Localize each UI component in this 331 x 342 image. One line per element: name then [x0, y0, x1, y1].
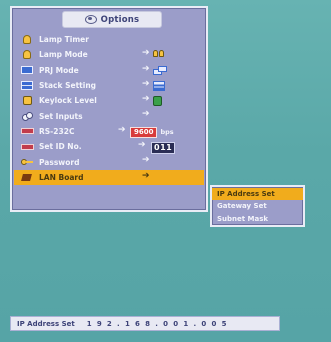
menu-item-lamp-mode[interactable]: Lamp Mode ➔ [14, 47, 204, 62]
menu-item-label: Password [39, 157, 80, 167]
prj-mode-icon [20, 65, 34, 75]
arrow-right-icon: ➔ [138, 140, 146, 151]
menu-item-stack-setting[interactable]: Stack Setting ➔ [14, 78, 204, 93]
lamps-icon [153, 50, 164, 58]
ip-address-value: 1 9 2 . 1 6 8 . 0 0 1 . 0 0 5 [86, 319, 228, 328]
menu-item-label: RS-232C [39, 126, 75, 136]
arrow-right-icon: ➔ [142, 170, 150, 181]
arrow-right-icon: ➔ [142, 94, 150, 105]
baud-rate-value: 9600 [130, 126, 158, 138]
menu-item-label: Set Inputs [39, 111, 83, 121]
projector-screen: Options Lamp Timer Lamp Mode ➔ PRJ Mode … [0, 0, 331, 342]
arrow-right-icon: ➔ [142, 109, 150, 120]
lan-board-icon [20, 172, 34, 182]
lan-board-submenu: IP Address Set Gateway Set Subnet Mask [210, 185, 305, 227]
keylock-value [153, 96, 162, 107]
rs232c-value: 9600 bps [130, 126, 174, 138]
menu-item-set-inputs[interactable]: Set Inputs ➔ [14, 108, 204, 123]
menu-item-lan-board[interactable]: LAN Board ➔ [14, 169, 204, 185]
options-icon [84, 15, 97, 24]
options-title: Options [62, 11, 162, 28]
baud-unit: bps [160, 128, 174, 137]
ip-address-status-bar: IP Address Set 1 9 2 . 1 6 8 . 0 0 1 . 0… [10, 316, 280, 331]
rs232c-icon [20, 126, 34, 136]
keylock-icon [20, 96, 34, 106]
arrow-right-icon: ➔ [118, 124, 126, 135]
lamp-timer-icon [20, 35, 34, 45]
stack-setting-value [153, 80, 165, 91]
menu-item-label: PRJ Mode [39, 65, 79, 75]
menu-item-label: LAN Board [39, 172, 84, 182]
screens-icon [153, 65, 167, 75]
menu-item-set-id[interactable]: Set ID No. ➔ 011 [14, 139, 204, 155]
set-id-value: 011 [148, 142, 176, 155]
menu-item-prj-mode[interactable]: PRJ Mode ➔ [14, 63, 204, 78]
set-id-icon [20, 142, 34, 152]
options-menu: Options Lamp Timer Lamp Mode ➔ PRJ Mode … [10, 6, 208, 212]
arrow-right-icon: ➔ [142, 63, 150, 74]
id-number-value: 011 [151, 142, 176, 155]
menu-item-label: Set ID No. [39, 142, 82, 152]
menu-item-label: Lamp Timer [39, 35, 89, 45]
menu-item-label: Keylock Level [39, 96, 97, 106]
stack-setting-icon [20, 81, 34, 91]
arrow-right-icon: ➔ [142, 48, 150, 59]
set-inputs-icon [20, 111, 34, 121]
submenu-item-subnet-mask[interactable]: Subnet Mask [212, 213, 303, 225]
lamp-mode-icon [20, 50, 34, 60]
options-title-text: Options [100, 14, 140, 25]
menu-item-label: Lamp Mode [39, 50, 88, 60]
menu-item-rs232c[interactable]: RS-232C ➔ 9600 bps [14, 124, 204, 139]
submenu-item-ip-address-set[interactable]: IP Address Set [212, 188, 303, 201]
menu-item-keylock-level[interactable]: Keylock Level ➔ [14, 93, 204, 108]
arrow-right-icon: ➔ [142, 78, 150, 89]
arrow-right-icon: ➔ [142, 155, 150, 166]
menu-item-lamp-timer[interactable]: Lamp Timer [14, 32, 204, 47]
menu-item-label: Stack Setting [39, 81, 97, 91]
lock-icon [153, 96, 162, 107]
submenu-item-gateway-set[interactable]: Gateway Set [212, 200, 303, 212]
stack-icon [153, 80, 165, 91]
lamp-mode-value [153, 50, 164, 58]
status-label: IP Address Set [17, 319, 75, 328]
options-menu-list: Lamp Timer Lamp Mode ➔ PRJ Mode ➔ Stack … [14, 32, 204, 185]
prj-mode-value [153, 65, 167, 75]
password-icon [20, 157, 34, 167]
menu-item-password[interactable]: Password ➔ [14, 154, 204, 169]
